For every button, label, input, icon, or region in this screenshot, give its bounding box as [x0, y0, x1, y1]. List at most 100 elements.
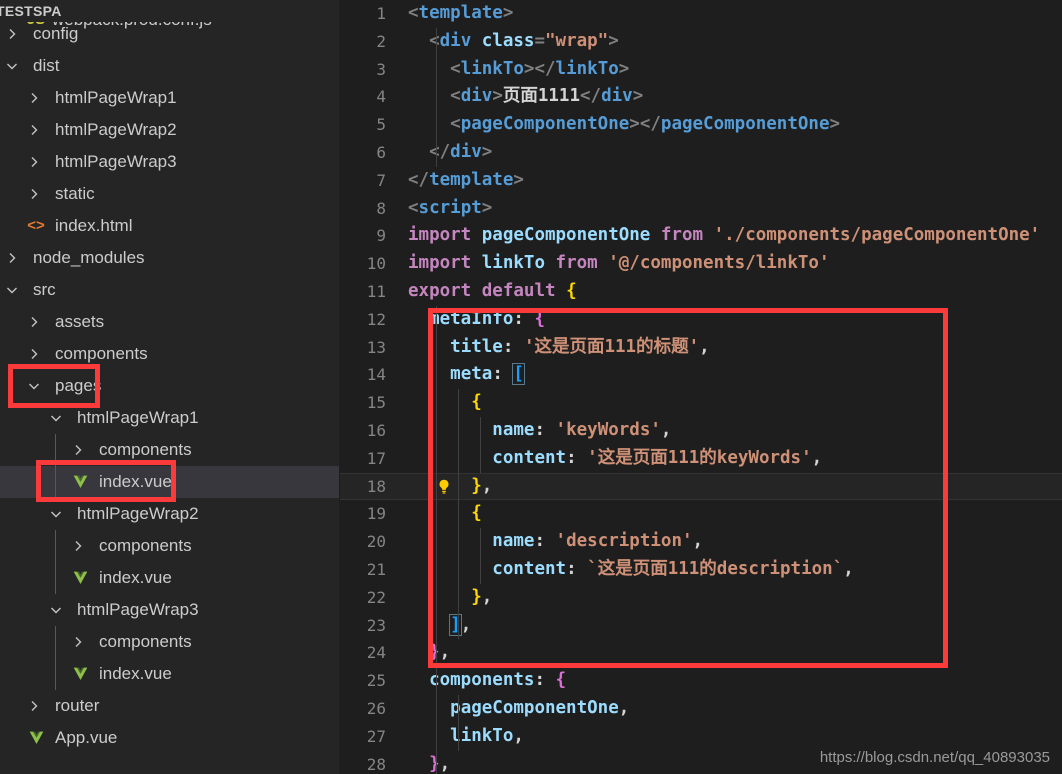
code-text[interactable]: }, — [408, 639, 450, 667]
sidebar-item-components[interactable]: components — [0, 626, 340, 658]
code-line[interactable]: 25 components: { — [340, 667, 1062, 695]
sidebar-item-index-vue[interactable]: index.vue — [0, 658, 340, 690]
sidebar-item-router[interactable]: router — [0, 690, 340, 722]
code-text[interactable]: content: `这是页面111的description`, — [408, 556, 853, 584]
code-line[interactable]: 4 <div>页面1111</div> — [340, 83, 1062, 111]
sidebar-item-dist[interactable]: dist — [0, 50, 340, 82]
code-text[interactable]: linkTo, — [408, 723, 524, 751]
sidebar-item-node-modules[interactable]: node_modules — [0, 242, 340, 274]
code-text[interactable]: { — [408, 389, 482, 417]
sidebar-item-htmlpagewrap3[interactable]: htmlPageWrap3 — [0, 594, 340, 626]
code-text[interactable]: content: '这是页面111的keyWords', — [408, 445, 822, 473]
lightbulb-quickfix-icon[interactable] — [435, 478, 453, 496]
chevron-right-icon[interactable] — [26, 314, 42, 330]
code-text[interactable]: }, — [408, 751, 450, 774]
sidebar-item-config[interactable]: config — [0, 18, 340, 50]
code-line[interactable]: 17 content: '这是页面111的keyWords', — [340, 445, 1062, 473]
sidebar-item-index-vue[interactable]: index.vue — [0, 562, 340, 594]
code-text[interactable]: </template> — [408, 167, 524, 195]
sidebar-item-htmlpagewrap1[interactable]: htmlPageWrap1 — [0, 402, 340, 434]
code-line[interactable]: 10 import linkTo from '@/components/linkT… — [340, 250, 1062, 278]
code-line[interactable]: 12 metaInfo: { — [340, 306, 1062, 334]
sidebar-item-index-html[interactable]: <> index.html — [0, 210, 340, 242]
code-line[interactable]: 5 <pageComponentOne></pageComponentOne> — [340, 111, 1062, 139]
sidebar-item-index-vue[interactable]: index.vue — [0, 466, 340, 498]
code-text[interactable]: <template> — [408, 0, 513, 28]
code-line[interactable]: 8 <script> — [340, 195, 1062, 223]
chevron-down-icon[interactable] — [48, 410, 64, 426]
code-line[interactable]: 26 pageComponentOne, — [340, 695, 1062, 723]
code-text[interactable]: </div> — [408, 139, 492, 167]
chevron-right-icon[interactable] — [26, 698, 42, 714]
chevron-down-icon[interactable] — [26, 378, 42, 394]
file-explorer-sidebar[interactable]: TESTSPA JS webpack.prod.conf.js configdi… — [0, 0, 340, 774]
code-text[interactable]: components: { — [408, 667, 566, 695]
code-line[interactable]: 27 linkTo, — [340, 723, 1062, 751]
code-line[interactable]: 18 }, — [340, 472, 1062, 501]
code-text[interactable]: { — [408, 500, 482, 528]
code-text[interactable]: name: 'description', — [408, 528, 703, 556]
code-text[interactable]: meta: [ — [408, 361, 525, 389]
sidebar-item-static[interactable]: static — [0, 178, 340, 210]
chevron-right-icon[interactable] — [70, 442, 86, 458]
code-line[interactable]: 22 }, — [340, 584, 1062, 612]
code-line[interactable]: 24 }, — [340, 639, 1062, 667]
code-text[interactable]: <pageComponentOne></pageComponentOne> — [408, 111, 840, 139]
code-text[interactable]: title: '这是页面111的标题', — [408, 334, 710, 362]
chevron-down-icon[interactable] — [4, 282, 20, 298]
chevron-down-icon[interactable] — [4, 58, 20, 74]
code-lines-container[interactable]: 1 <template> 2 <div class="wrap"> 3 <linkTo… — [340, 0, 1062, 774]
code-text[interactable]: ], — [408, 612, 471, 640]
file-tree[interactable]: config dist htmlPageWrap1 htmlPageWrap2 html… — [0, 18, 340, 754]
code-editor[interactable]: 1 <template> 2 <div class="wrap"> 3 <linkTo… — [340, 0, 1062, 774]
sidebar-item-htmlpagewrap3[interactable]: htmlPageWrap3 — [0, 146, 340, 178]
sidebar-item-assets[interactable]: assets — [0, 306, 340, 338]
code-line[interactable]: 20 name: 'description', — [340, 528, 1062, 556]
code-line[interactable]: 1 <template> — [340, 0, 1062, 28]
code-line[interactable]: 7 </template> — [340, 167, 1062, 195]
code-text[interactable]: export default { — [408, 278, 577, 306]
chevron-right-icon[interactable] — [26, 186, 42, 202]
chevron-right-icon[interactable] — [4, 26, 20, 42]
sidebar-item-pages[interactable]: pages — [0, 370, 340, 402]
sidebar-item-src[interactable]: src — [0, 274, 340, 306]
chevron-right-icon[interactable] — [26, 346, 42, 362]
code-line[interactable]: 13 title: '这是页面111的标题', — [340, 334, 1062, 362]
code-text[interactable]: pageComponentOne, — [408, 695, 629, 723]
code-line[interactable]: 2 <div class="wrap"> — [340, 28, 1062, 56]
code-line[interactable]: 16 name: 'keyWords', — [340, 417, 1062, 445]
sidebar-item-components[interactable]: components — [0, 434, 340, 466]
sidebar-item-app-vue[interactable]: App.vue — [0, 722, 340, 754]
sidebar-item-htmlpagewrap2[interactable]: htmlPageWrap2 — [0, 498, 340, 530]
code-text[interactable]: }, — [408, 584, 492, 612]
chevron-right-icon[interactable] — [26, 90, 42, 106]
code-line[interactable]: 9 import pageComponentOne from './compone… — [340, 222, 1062, 250]
chevron-right-icon[interactable] — [26, 154, 42, 170]
code-text[interactable]: import pageComponentOne from './componen… — [408, 222, 1040, 250]
code-text[interactable]: name: 'keyWords', — [408, 417, 671, 445]
chevron-right-icon[interactable] — [70, 634, 86, 650]
sidebar-item-htmlpagewrap2[interactable]: htmlPageWrap2 — [0, 114, 340, 146]
chevron-right-icon[interactable] — [26, 122, 42, 138]
code-line[interactable]: 19 { — [340, 500, 1062, 528]
chevron-right-icon[interactable] — [4, 250, 20, 266]
chevron-right-icon[interactable] — [70, 538, 86, 554]
code-line[interactable]: 21 content: `这是页面111的description`, — [340, 556, 1062, 584]
code-line[interactable]: 3 <linkTo></linkTo> — [340, 56, 1062, 84]
chevron-down-icon[interactable] — [48, 506, 64, 522]
sidebar-item-components[interactable]: components — [0, 338, 340, 370]
sidebar-item-components[interactable]: components — [0, 530, 340, 562]
code-line[interactable]: 11 export default { — [340, 278, 1062, 306]
chevron-down-icon[interactable] — [48, 602, 64, 618]
code-line[interactable]: 6 </div> — [340, 139, 1062, 167]
code-text[interactable]: import linkTo from '@/components/linkTo' — [408, 250, 830, 278]
code-text[interactable]: <linkTo></linkTo> — [408, 56, 629, 84]
code-line[interactable]: 15 { — [340, 389, 1062, 417]
code-line[interactable]: 14 meta: [ — [340, 361, 1062, 389]
code-text[interactable]: <div class="wrap"> — [408, 28, 619, 56]
sidebar-item-htmlpagewrap1[interactable]: htmlPageWrap1 — [0, 82, 340, 114]
code-text[interactable]: <script> — [408, 195, 492, 223]
code-text[interactable]: <div>页面1111</div> — [408, 83, 643, 111]
code-text[interactable]: metaInfo: { — [408, 306, 545, 334]
code-line[interactable]: 23 ], — [340, 612, 1062, 640]
